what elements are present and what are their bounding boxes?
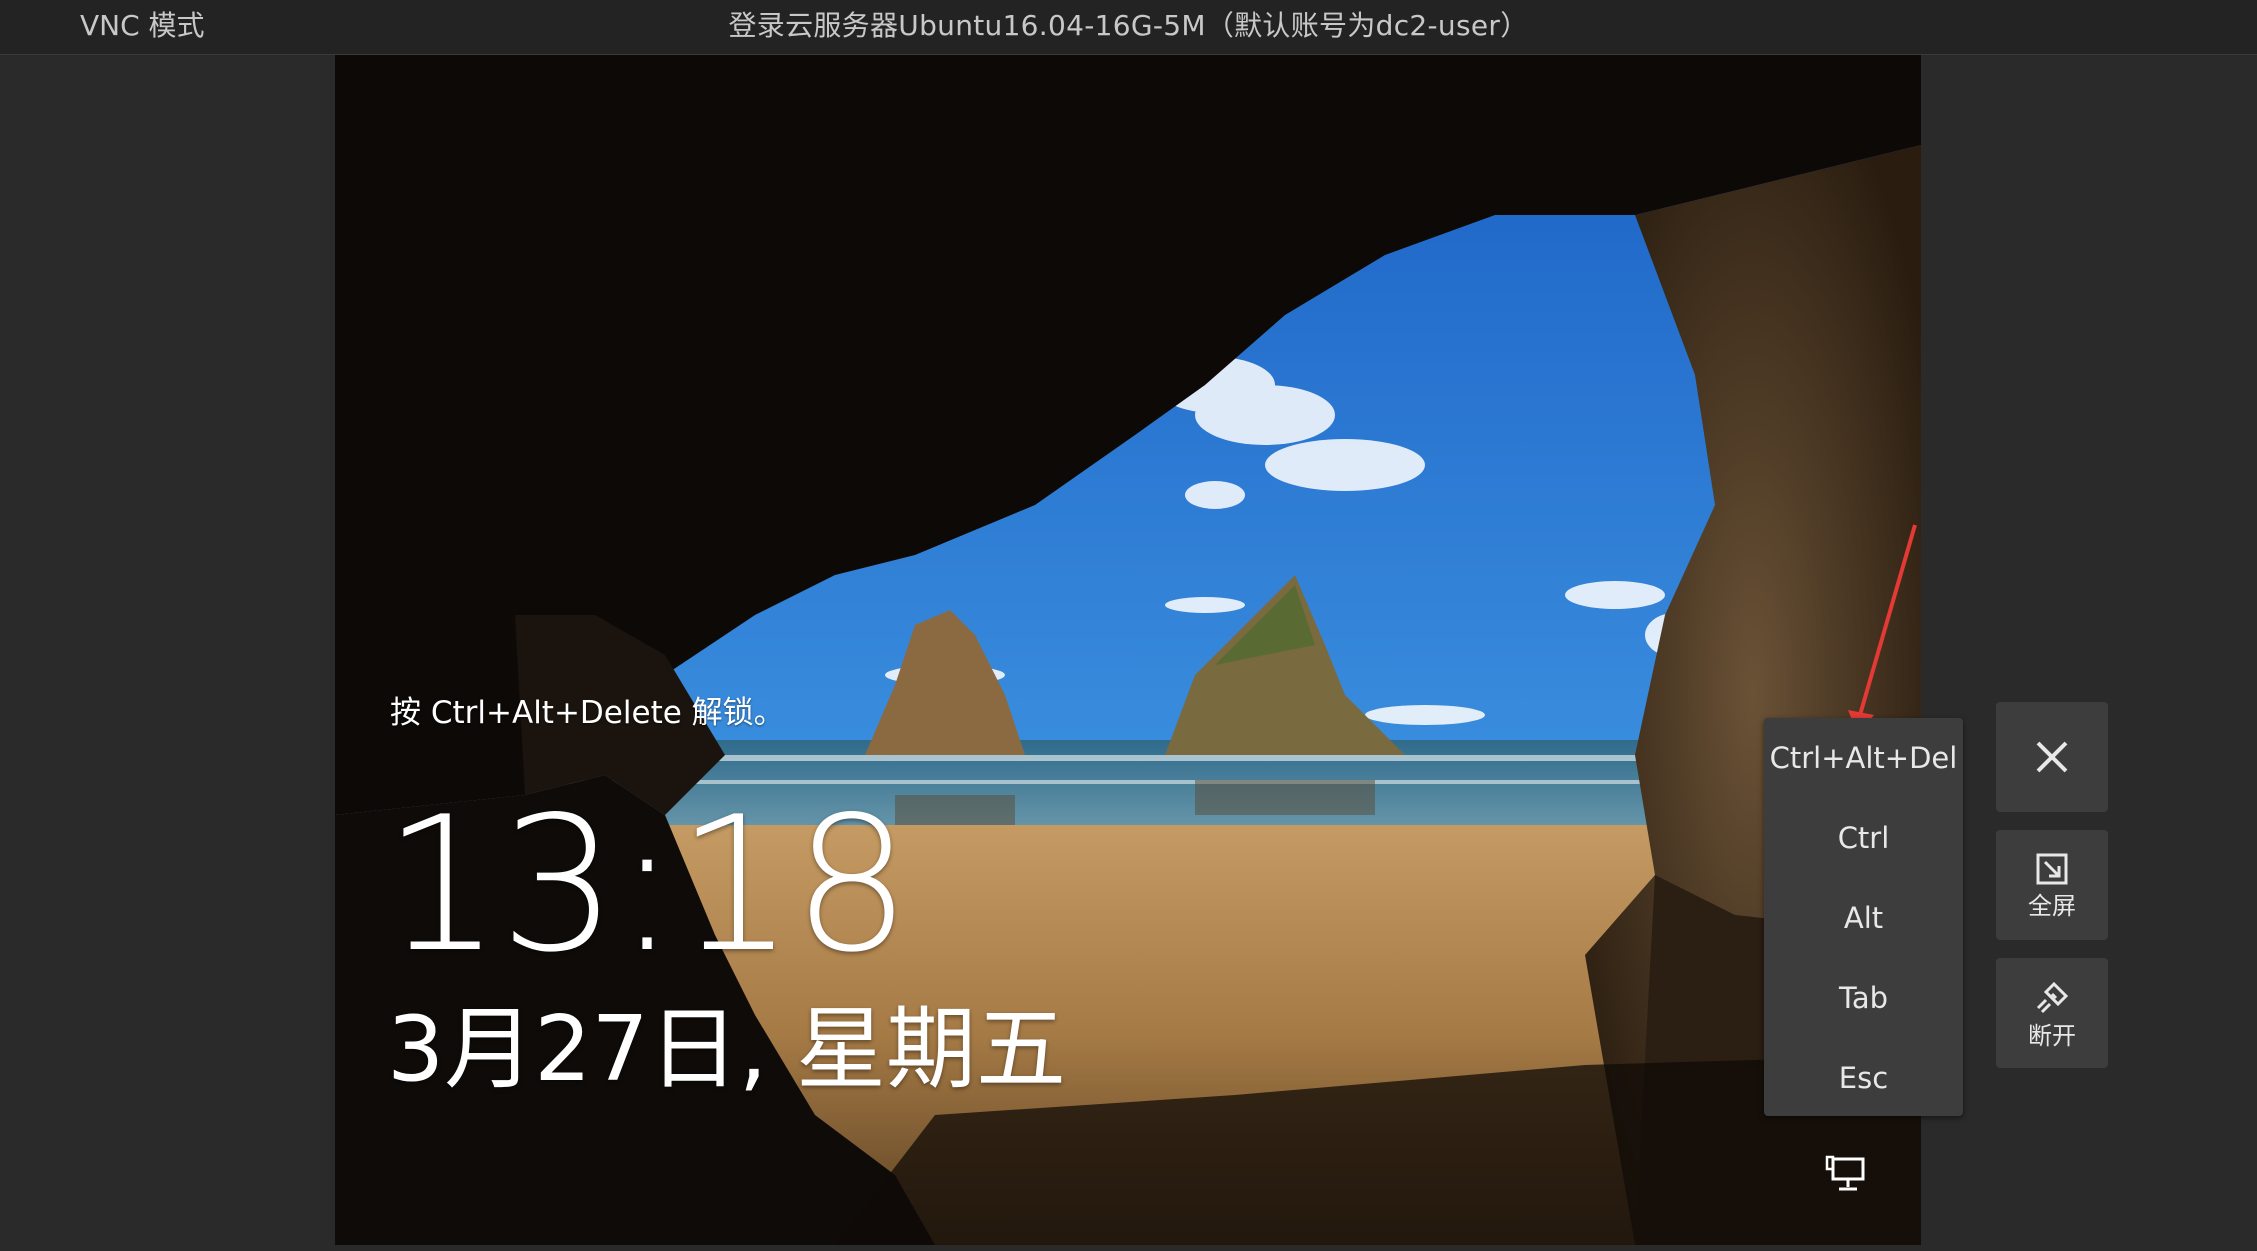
fullscreen-label: 全屏 bbox=[2028, 892, 2076, 920]
close-menu-button[interactable] bbox=[1996, 702, 2108, 812]
disconnect-button[interactable]: 断开 bbox=[1996, 958, 2108, 1068]
disconnect-label: 断开 bbox=[2028, 1022, 2076, 1050]
key-esc[interactable]: Esc bbox=[1764, 1038, 1963, 1118]
key-alt[interactable]: Alt bbox=[1764, 878, 1963, 958]
lockscreen-date: 3月27日, 星期五 bbox=[387, 997, 1066, 1102]
fullscreen-icon bbox=[2036, 853, 2068, 885]
key-ctrl[interactable]: Ctrl bbox=[1764, 798, 1963, 878]
network-icon[interactable] bbox=[1825, 1155, 1869, 1195]
window-title: 登录云服务器Ubuntu16.04-16G-5M（默认账号为dc2-user） bbox=[728, 9, 1529, 42]
lockscreen-clock: 13:18 bbox=[383, 776, 911, 993]
disconnect-icon bbox=[2036, 981, 2069, 1014]
key-tab[interactable]: Tab bbox=[1764, 958, 1963, 1038]
unlock-hint: 按 Ctrl+Alt+Delete 解锁。 bbox=[390, 695, 785, 731]
special-keys-menu: Ctrl+Alt+Del Ctrl Alt Tab Esc bbox=[1764, 718, 1963, 1116]
key-ctrl-alt-del[interactable]: Ctrl+Alt+Del bbox=[1764, 718, 1963, 798]
fullscreen-button[interactable]: 全屏 bbox=[1996, 830, 2108, 940]
remote-desktop-canvas[interactable]: 按 Ctrl+Alt+Delete 解锁。 13:18 3月27日, 星期五 bbox=[335, 55, 1921, 1245]
top-bar: VNC 模式 登录云服务器Ubuntu16.04-16G-5M（默认账号为dc2… bbox=[0, 0, 2257, 55]
close-icon bbox=[2036, 741, 2068, 773]
